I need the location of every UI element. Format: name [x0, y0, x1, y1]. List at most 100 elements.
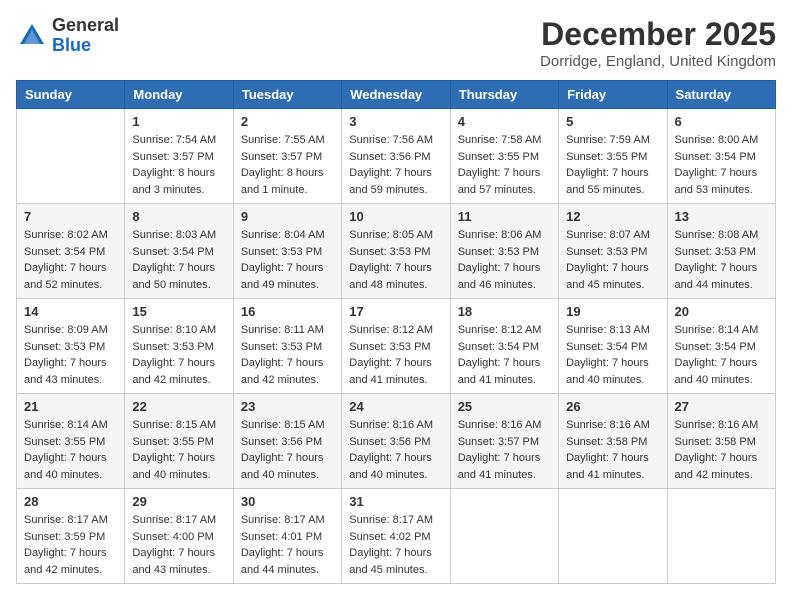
calendar-cell: 10 Sunrise: 8:05 AM Sunset: 3:53 PM Dayli…	[342, 204, 450, 299]
day-number: 14	[24, 304, 117, 319]
day-info: Sunrise: 8:17 AM Sunset: 4:01 PM Dayligh…	[241, 512, 334, 578]
logo: General Blue	[16, 16, 119, 56]
weekday-header-wednesday: Wednesday	[342, 81, 450, 109]
day-info: Sunrise: 7:54 AM Sunset: 3:57 PM Dayligh…	[132, 132, 225, 198]
calendar-cell: 11Sunrise: 8:06 AM Sunset: 3:53 PM Dayli…	[450, 204, 558, 299]
day-info: Sunrise: 8:14 AM Sunset: 3:55 PM Dayligh…	[24, 417, 117, 483]
calendar-week-row: 14 Sunrise: 8:09 AM Sunset: 3:53 PM Dayli…	[17, 299, 776, 394]
location-text: Dorridge, England, United Kingdom	[540, 53, 776, 70]
day-info: Sunrise: 7:58 AM Sunset: 3:55 PM Dayligh…	[458, 132, 551, 198]
day-info: Sunrise: 8:12 AM Sunset: 3:53 PM Dayligh…	[349, 322, 442, 388]
day-number: 12	[566, 209, 659, 224]
calendar-cell: 20 Sunrise: 8:14 AM Sunset: 3:54 PM Dayli…	[667, 299, 775, 394]
calendar-cell: 25 Sunrise: 8:16 AM Sunset: 3:57 PM Dayli…	[450, 394, 558, 489]
day-number: 21	[24, 399, 117, 414]
calendar-cell: 4 Sunrise: 7:58 AM Sunset: 3:55 PM Daylig…	[450, 109, 558, 204]
day-number: 13	[675, 209, 768, 224]
logo-general-text: General	[52, 16, 119, 36]
calendar-cell: 8 Sunrise: 8:03 AM Sunset: 3:54 PM Daylig…	[125, 204, 233, 299]
day-info: Sunrise: 8:11 AM Sunset: 3:53 PM Dayligh…	[241, 322, 334, 388]
calendar-cell: 14 Sunrise: 8:09 AM Sunset: 3:53 PM Dayli…	[17, 299, 125, 394]
day-info: Sunrise: 8:00 AM Sunset: 3:54 PM Dayligh…	[675, 132, 768, 198]
calendar-cell: 24Sunrise: 8:16 AM Sunset: 3:56 PM Dayli…	[342, 394, 450, 489]
logo-icon	[16, 20, 48, 52]
calendar-cell: 30 Sunrise: 8:17 AM Sunset: 4:01 PM Dayli…	[233, 489, 341, 584]
weekday-header-sunday: Sunday	[17, 81, 125, 109]
day-info: Sunrise: 7:59 AM Sunset: 3:55 PM Dayligh…	[566, 132, 659, 198]
calendar-cell: 9 Sunrise: 8:04 AM Sunset: 3:53 PM Daylig…	[233, 204, 341, 299]
day-info: Sunrise: 8:05 AM Sunset: 3:53 PM Dayligh…	[349, 227, 442, 293]
calendar-cell: 22 Sunrise: 8:15 AM Sunset: 3:55 PM Dayli…	[125, 394, 233, 489]
calendar-week-row: 28 Sunrise: 8:17 AM Sunset: 3:59 PM Dayli…	[17, 489, 776, 584]
day-info: Sunrise: 8:09 AM Sunset: 3:53 PM Dayligh…	[24, 322, 117, 388]
day-info: Sunrise: 7:55 AM Sunset: 3:57 PM Dayligh…	[241, 132, 334, 198]
day-number: 30	[241, 494, 334, 509]
calendar-cell	[17, 109, 125, 204]
weekday-header-saturday: Saturday	[667, 81, 775, 109]
calendar-cell: 19Sunrise: 8:13 AM Sunset: 3:54 PM Dayli…	[559, 299, 667, 394]
month-title: December 2025	[540, 16, 776, 53]
calendar-week-row: 1 Sunrise: 7:54 AM Sunset: 3:57 PM Daylig…	[17, 109, 776, 204]
day-number: 25	[458, 399, 551, 414]
day-number: 5	[566, 114, 659, 129]
calendar-cell	[450, 489, 558, 584]
day-number: 1	[132, 114, 225, 129]
calendar-week-row: 21 Sunrise: 8:14 AM Sunset: 3:55 PM Dayli…	[17, 394, 776, 489]
day-info: Sunrise: 8:12 AM Sunset: 3:54 PM Dayligh…	[458, 322, 551, 388]
day-number: 22	[132, 399, 225, 414]
day-info: Sunrise: 8:16 AM Sunset: 3:57 PM Dayligh…	[458, 417, 551, 483]
calendar-table: SundayMondayTuesdayWednesdayThursdayFrid…	[16, 80, 776, 584]
calendar-cell: 16 Sunrise: 8:11 AM Sunset: 3:53 PM Dayli…	[233, 299, 341, 394]
day-info: Sunrise: 8:13 AM Sunset: 3:54 PM Dayligh…	[566, 322, 659, 388]
calendar-cell: 7Sunrise: 8:02 AM Sunset: 3:54 PM Daylig…	[17, 204, 125, 299]
calendar-cell: 12 Sunrise: 8:07 AM Sunset: 3:53 PM Dayli…	[559, 204, 667, 299]
day-info: Sunrise: 8:16 AM Sunset: 3:58 PM Dayligh…	[566, 417, 659, 483]
day-number: 7	[24, 209, 117, 224]
day-number: 4	[458, 114, 551, 129]
calendar-cell: 29 Sunrise: 8:17 AM Sunset: 4:00 PM Dayli…	[125, 489, 233, 584]
calendar-cell: 15Sunrise: 8:10 AM Sunset: 3:53 PM Dayli…	[125, 299, 233, 394]
calendar-cell	[667, 489, 775, 584]
day-number: 23	[241, 399, 334, 414]
day-info: Sunrise: 8:04 AM Sunset: 3:53 PM Dayligh…	[241, 227, 334, 293]
day-info: Sunrise: 8:17 AM Sunset: 3:59 PM Dayligh…	[24, 512, 117, 578]
day-number: 16	[241, 304, 334, 319]
day-number: 6	[675, 114, 768, 129]
calendar-cell: 1 Sunrise: 7:54 AM Sunset: 3:57 PM Daylig…	[125, 109, 233, 204]
calendar-cell: 18Sunrise: 8:12 AM Sunset: 3:54 PM Dayli…	[450, 299, 558, 394]
day-number: 2	[241, 114, 334, 129]
calendar-cell: 31 Sunrise: 8:17 AM Sunset: 4:02 PM Dayli…	[342, 489, 450, 584]
title-block: December 2025 Dorridge, England, United …	[540, 16, 776, 70]
logo-text: General Blue	[52, 16, 119, 56]
day-info: Sunrise: 8:07 AM Sunset: 3:53 PM Dayligh…	[566, 227, 659, 293]
day-number: 26	[566, 399, 659, 414]
day-info: Sunrise: 8:06 AM Sunset: 3:53 PM Dayligh…	[458, 227, 551, 293]
calendar-cell: 13Sunrise: 8:08 AM Sunset: 3:53 PM Dayli…	[667, 204, 775, 299]
calendar-cell: 2 Sunrise: 7:55 AM Sunset: 3:57 PM Daylig…	[233, 109, 341, 204]
logo-blue-text: Blue	[52, 36, 119, 56]
day-number: 10	[349, 209, 442, 224]
day-info: Sunrise: 8:16 AM Sunset: 3:56 PM Dayligh…	[349, 417, 442, 483]
day-info: Sunrise: 8:17 AM Sunset: 4:02 PM Dayligh…	[349, 512, 442, 578]
day-number: 29	[132, 494, 225, 509]
calendar-week-row: 7Sunrise: 8:02 AM Sunset: 3:54 PM Daylig…	[17, 204, 776, 299]
calendar-cell: 28 Sunrise: 8:17 AM Sunset: 3:59 PM Dayli…	[17, 489, 125, 584]
day-number: 28	[24, 494, 117, 509]
day-number: 8	[132, 209, 225, 224]
day-info: Sunrise: 8:17 AM Sunset: 4:00 PM Dayligh…	[132, 512, 225, 578]
calendar-cell: 23Sunrise: 8:15 AM Sunset: 3:56 PM Dayli…	[233, 394, 341, 489]
page-header: General Blue December 2025 Dorridge, Eng…	[16, 16, 776, 70]
day-info: Sunrise: 8:03 AM Sunset: 3:54 PM Dayligh…	[132, 227, 225, 293]
calendar-cell: 6 Sunrise: 8:00 AM Sunset: 3:54 PM Daylig…	[667, 109, 775, 204]
weekday-header-monday: Monday	[125, 81, 233, 109]
day-number: 9	[241, 209, 334, 224]
day-info: Sunrise: 8:16 AM Sunset: 3:58 PM Dayligh…	[675, 417, 768, 483]
weekday-header-tuesday: Tuesday	[233, 81, 341, 109]
day-number: 31	[349, 494, 442, 509]
day-number: 20	[675, 304, 768, 319]
calendar-cell	[559, 489, 667, 584]
day-info: Sunrise: 8:15 AM Sunset: 3:55 PM Dayligh…	[132, 417, 225, 483]
calendar-cell: 27Sunrise: 8:16 AM Sunset: 3:58 PM Dayli…	[667, 394, 775, 489]
day-info: Sunrise: 8:14 AM Sunset: 3:54 PM Dayligh…	[675, 322, 768, 388]
calendar-cell: 17Sunrise: 8:12 AM Sunset: 3:53 PM Dayli…	[342, 299, 450, 394]
